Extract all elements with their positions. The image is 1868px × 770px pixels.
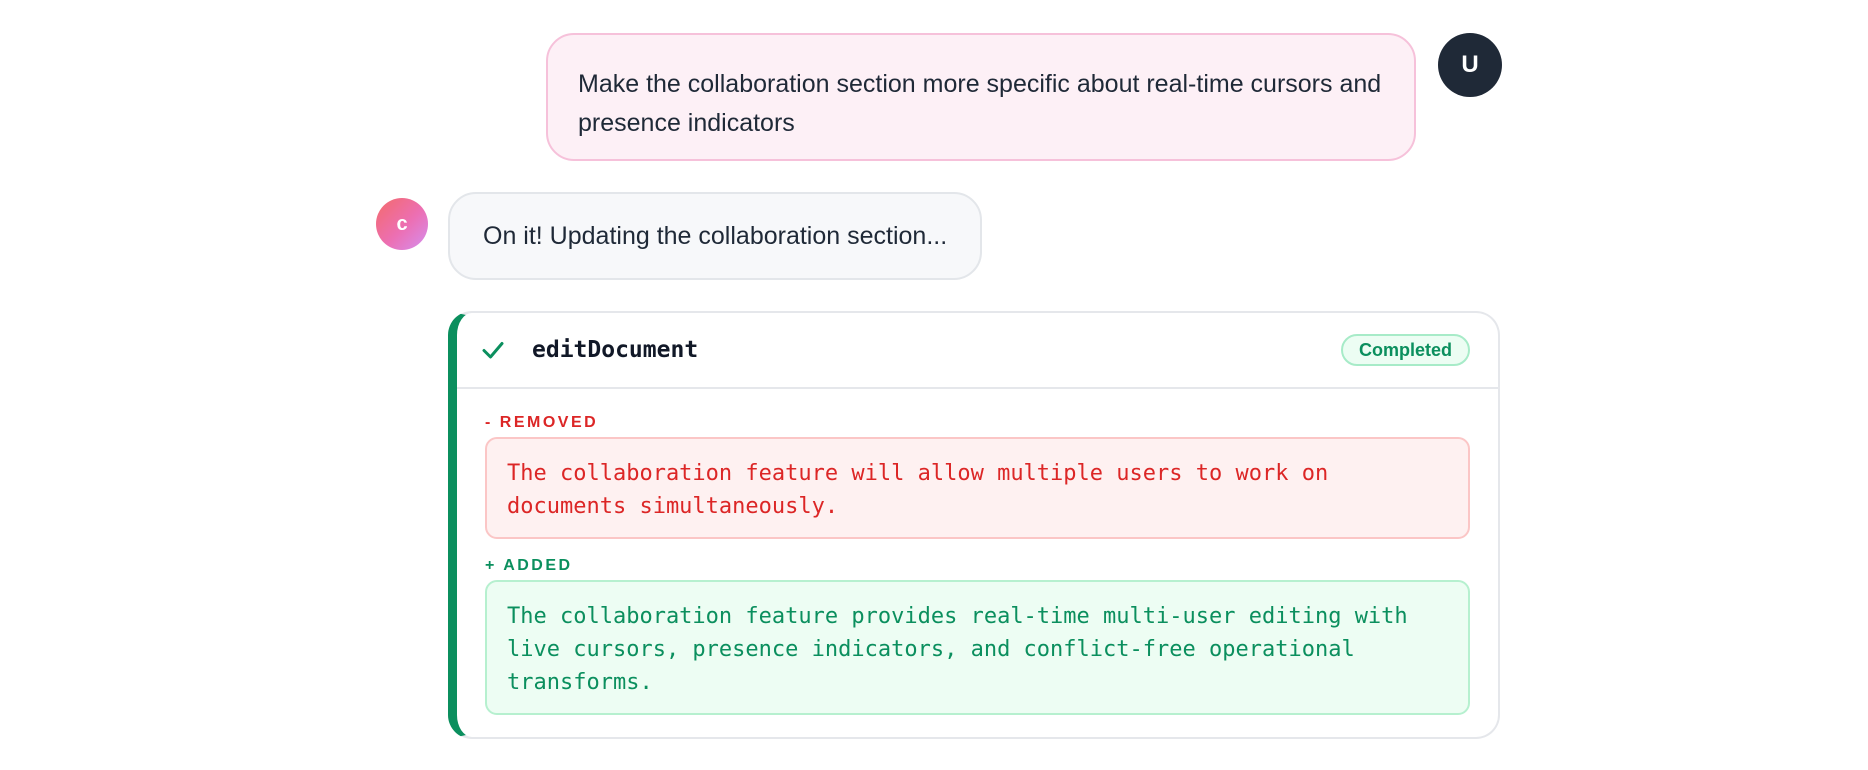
added-label: + ADDED xyxy=(485,557,573,574)
user-message-row: Make the collaboration section more spec… xyxy=(546,33,1506,163)
tool-name: editDocument xyxy=(532,337,699,363)
tool-call-card: editDocument Completed - REMOVED The col… xyxy=(448,311,1500,739)
status-badge: Completed xyxy=(1340,334,1470,366)
removed-text-block: The collaboration feature will allow mul… xyxy=(485,437,1470,539)
check-icon xyxy=(482,342,504,359)
added-text-block: The collaboration feature provides real-… xyxy=(485,580,1470,715)
assistant-message-bubble: On it! Updating the collaboration sectio… xyxy=(448,192,983,280)
user-message-bubble: Make the collaboration section more spec… xyxy=(546,33,1416,161)
tool-call-header: editDocument Completed xyxy=(457,313,1498,389)
chat-thread: Make the collaboration section more spec… xyxy=(0,0,1868,770)
user-avatar: U xyxy=(1438,33,1502,97)
assistant-avatar: c xyxy=(376,198,428,250)
removed-label: - REMOVED xyxy=(485,414,599,431)
